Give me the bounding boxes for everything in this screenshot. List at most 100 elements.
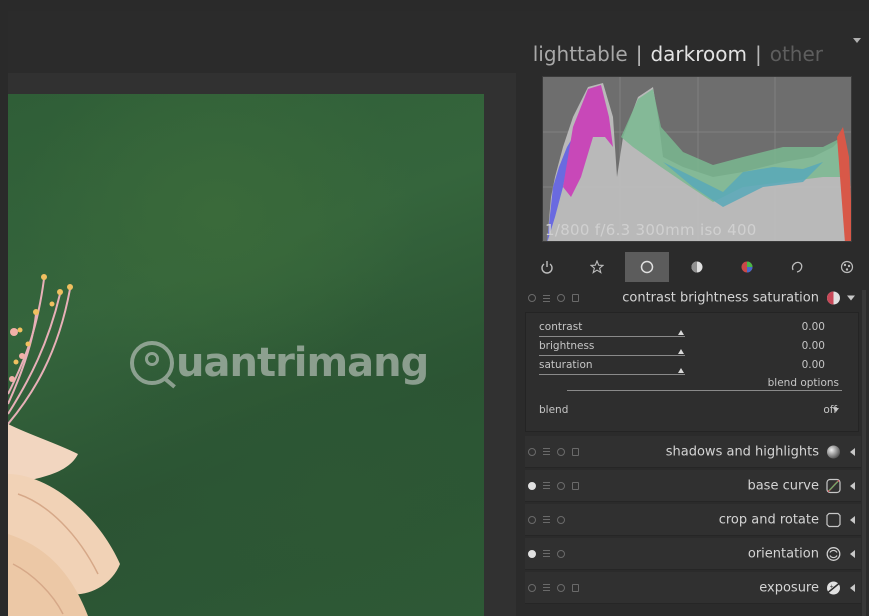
orientation-icon (826, 546, 841, 561)
enable-toggle-icon[interactable] (528, 515, 536, 524)
watermark-text: uantrimang (176, 340, 429, 386)
slider-track[interactable] (539, 374, 685, 375)
svg-text:+: + (830, 584, 834, 590)
reset-icon[interactable] (557, 549, 565, 558)
watermark: uantrimang (130, 340, 429, 386)
group-tab-active[interactable] (525, 252, 569, 282)
multi-instance-icon[interactable] (572, 583, 579, 592)
sphere-icon (827, 445, 840, 458)
multi-instance-icon[interactable] (572, 481, 579, 490)
module-toggles (528, 515, 565, 524)
module-name: contrast brightness saturation (622, 290, 819, 306)
slider-track[interactable] (539, 355, 685, 356)
histogram-plot (543, 77, 851, 241)
star-icon (590, 260, 604, 274)
crop-icon (826, 512, 841, 527)
expand-arrow-icon[interactable] (850, 583, 855, 592)
module-base-curve[interactable]: base curve (525, 470, 861, 502)
view-separator: | (754, 42, 762, 66)
enable-toggle-icon[interactable] (528, 549, 536, 558)
right-panel-scrollbar[interactable] (862, 290, 866, 616)
enable-toggle-icon[interactable] (528, 481, 536, 490)
module-name: exposure (759, 580, 819, 595)
presets-icon[interactable] (543, 294, 550, 302)
power-icon (541, 261, 553, 274)
curve-icon (826, 478, 841, 493)
slider-value: 0.00 (801, 321, 825, 333)
module-exposure[interactable]: exposure + (525, 572, 861, 604)
reset-icon[interactable] (557, 515, 565, 524)
photo-canvas[interactable]: uantrimang (8, 94, 484, 616)
slider-label: brightness (539, 340, 595, 352)
slider-marker-icon[interactable] (678, 330, 684, 335)
multi-instance-icon[interactable] (572, 447, 579, 456)
exposure-icon: + (827, 581, 840, 594)
slider-contrast[interactable]: contrast 0.00 (539, 321, 839, 339)
presets-icon[interactable] (543, 516, 550, 523)
module-shadows-and-highlights[interactable]: shadows and highlights (525, 436, 861, 468)
presets-icon[interactable] (543, 448, 550, 455)
module-toggles (528, 481, 579, 490)
expand-arrow-icon[interactable] (850, 447, 855, 456)
view-darkroom[interactable]: darkroom (650, 42, 747, 66)
presets-icon[interactable] (543, 482, 550, 489)
view-lighttable[interactable]: lighttable (533, 42, 628, 66)
reset-icon[interactable] (557, 481, 565, 490)
expand-arrow-icon[interactable] (850, 549, 855, 558)
module-toggles (528, 583, 579, 592)
enable-toggle-icon[interactable] (528, 447, 536, 456)
module-crop-and-rotate[interactable]: crop and rotate (525, 504, 861, 536)
view-other[interactable]: other (770, 42, 823, 66)
presets-icon[interactable] (543, 584, 550, 591)
slider-track[interactable] (539, 336, 685, 337)
slider-marker-icon[interactable] (678, 368, 684, 373)
module-toggles (528, 447, 579, 456)
reset-icon[interactable] (557, 447, 565, 456)
blend-dropdown-arrow-icon[interactable] (833, 408, 839, 412)
group-tab-effect[interactable] (825, 252, 869, 282)
enable-toggle-icon[interactable] (528, 583, 536, 592)
group-tab-basic[interactable] (625, 252, 669, 282)
module-name: base curve (747, 478, 819, 493)
top-bar: lighttable | darkroom | other (8, 11, 869, 73)
view-separator: | (635, 42, 643, 66)
blend-options-divider (567, 390, 842, 391)
expand-arrow-icon[interactable] (850, 481, 855, 490)
group-tab-correct[interactable] (775, 252, 819, 282)
enable-toggle-icon[interactable] (528, 294, 536, 302)
circle-icon (640, 260, 654, 274)
group-tab-favorites[interactable] (575, 252, 619, 282)
collapse-arrow-icon[interactable] (847, 295, 855, 301)
blend-options-label: blend options (767, 377, 839, 389)
group-tab-tone[interactable] (675, 252, 719, 282)
module-name: orientation (747, 546, 819, 561)
effect-icon (840, 260, 854, 274)
group-tab-color[interactable] (725, 252, 769, 282)
module-toggles (528, 294, 579, 302)
slider-value: 0.00 (801, 359, 825, 371)
slider-brightness[interactable]: brightness 0.00 (539, 340, 839, 358)
expand-arrow-icon[interactable] (850, 515, 855, 524)
reset-icon[interactable] (557, 583, 565, 592)
module-orientation[interactable]: orientation (525, 538, 861, 570)
reset-icon[interactable] (557, 294, 565, 302)
slider-saturation[interactable]: saturation 0.00 (539, 359, 839, 377)
darktable-window: lighttable | darkroom | other uantrimang… (0, 0, 869, 616)
blend-label: blend (539, 404, 569, 416)
presets-icon[interactable] (543, 550, 550, 557)
histogram[interactable] (542, 76, 852, 242)
multi-instance-icon[interactable] (572, 294, 579, 302)
color-icon (741, 261, 753, 273)
panel-collapse-icon[interactable] (853, 38, 861, 43)
slider-label: saturation (539, 359, 593, 371)
slider-label: contrast (539, 321, 583, 333)
module-name: crop and rotate (718, 512, 819, 527)
slider-marker-icon[interactable] (678, 349, 684, 354)
slider-value: 0.00 (801, 340, 825, 352)
exif-info: 1/800 f/6.3 300mm iso 400 (545, 221, 757, 239)
module-header-contrast[interactable]: contrast brightness saturation (525, 286, 861, 310)
module-group-tabs (525, 252, 869, 282)
module-toggles (528, 549, 565, 558)
module-name: shadows and highlights (665, 444, 819, 459)
half-circle-icon (691, 261, 703, 273)
